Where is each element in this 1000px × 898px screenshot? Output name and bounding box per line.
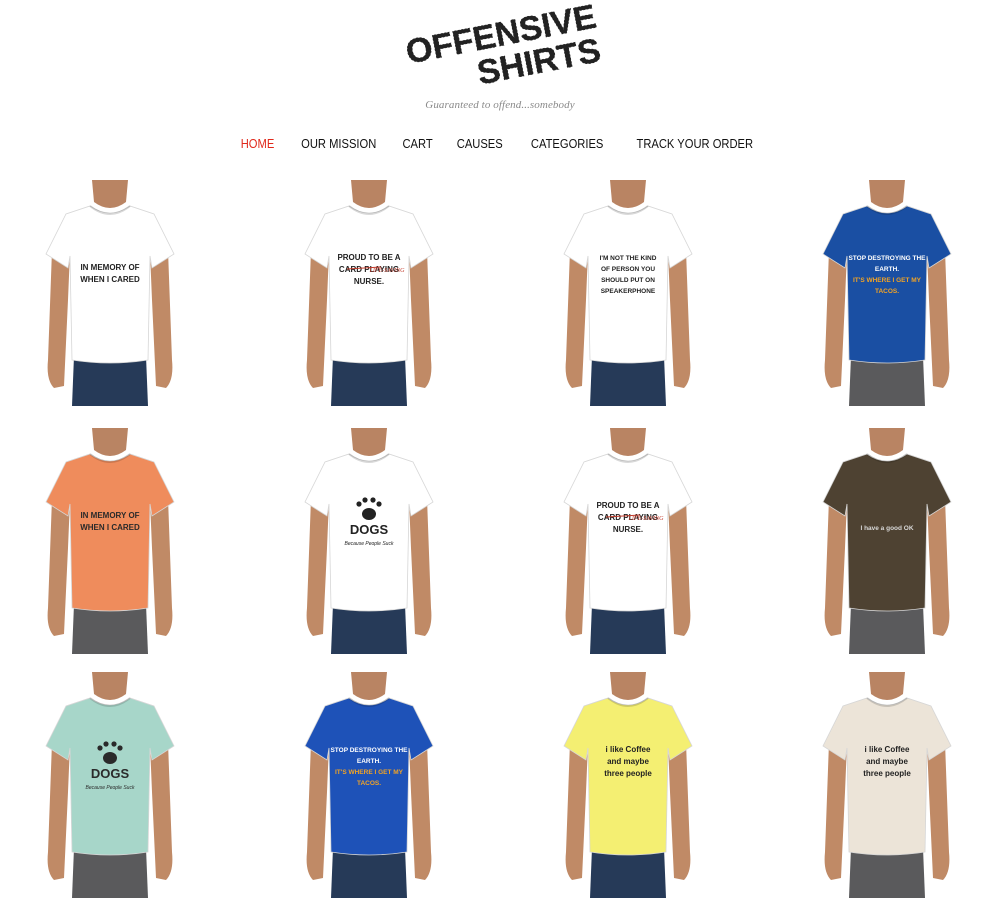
- shirt-print-text: I'M NOT THE KIND: [600, 255, 657, 262]
- nav-causes[interactable]: CAUSES: [457, 136, 503, 151]
- shirt-print-text: SPEAKERPHONE: [601, 288, 656, 295]
- product-image[interactable]: STOP DESTROYING THE EARTH. IT'S WHERE I GE…: [807, 180, 967, 406]
- product-card[interactable]: I have a good OK: [807, 428, 967, 654]
- shirt-print-text: OF PERSON YOU: [601, 266, 655, 273]
- shirt-print-text: TACOS.: [875, 288, 899, 295]
- shirt-print-text: WHEN I CARED: [80, 523, 140, 532]
- product-image[interactable]: IN MEMORY OF WHEN I CARED: [30, 180, 190, 406]
- product-image[interactable]: PROUD TO BE ACARD PLAYINGNURSE.LIFE-SAVI…: [548, 428, 708, 654]
- shirt-scribble-text: LIFE-SAVING: [368, 268, 405, 274]
- shirt-print-text: EARTH.: [357, 758, 381, 765]
- main-nav: HOME OUR MISSION CART CAUSES CATEGORIES TRACK…: [0, 136, 1000, 151]
- product-card[interactable]: STOP DESTROYING THE EARTH. IT'S WHERE I GE…: [807, 180, 967, 406]
- site-header: OFFENSIVE SHIRTS Guaranteed to offend...…: [0, 0, 1000, 180]
- product-card[interactable]: i like Coffee and maybe three people: [807, 672, 967, 898]
- shirt-print-text: IN MEMORY OF: [80, 263, 139, 272]
- product-card[interactable]: DOGS Because People Suck: [30, 672, 190, 898]
- shirt-print-text: three people: [604, 769, 652, 778]
- shirt-print-text: STOP DESTROYING THE: [848, 255, 926, 262]
- product-image[interactable]: I have a good OK: [807, 428, 967, 654]
- nav-cart[interactable]: CART: [402, 136, 432, 151]
- shirt-print-text: and maybe: [866, 757, 908, 766]
- shirt-print-text: Because People Suck: [86, 785, 135, 791]
- product-card[interactable]: PROUD TO BE A CARD PLAYING NURSE. LIFE-SAVI…: [289, 180, 449, 406]
- shirt-print-text: DOGS: [350, 522, 389, 537]
- nav-categories[interactable]: CATEGORIES: [530, 136, 602, 151]
- product-image[interactable]: PROUD TO BE ACARD PLAYINGNURSE.LIFE-SAVI…: [289, 180, 449, 406]
- product-image[interactable]: i like Coffee and maybe three people: [807, 672, 967, 898]
- shirt-print-text: Because People Suck: [345, 541, 394, 547]
- product-card[interactable]: STOP DESTROYING THE EARTH. IT'S WHERE I GE…: [289, 672, 449, 898]
- shirt-print-text: DOGS: [91, 766, 130, 781]
- shirt-print-text: IN MEMORY OF: [80, 511, 139, 520]
- site-logo[interactable]: OFFENSIVE SHIRTS: [0, 0, 1000, 100]
- shirt-print-text: NURSE.: [613, 525, 643, 534]
- product-card[interactable]: i like Coffee and maybe three people: [548, 672, 708, 898]
- nav-home[interactable]: HOME: [240, 136, 274, 151]
- product-image[interactable]: DOGS Because People Suck: [289, 428, 449, 654]
- shirt-print-text: WHEN I CARED: [80, 275, 140, 284]
- product-card[interactable]: PROUD TO BE A CARD PLAYING NURSE. LIFE-SAVI…: [548, 428, 708, 654]
- product-card[interactable]: I'M NOT THE KIND OF PERSON YOU SHOULD PUT …: [548, 180, 708, 406]
- shirt-print-text: STOP DESTROYING THE: [330, 747, 408, 754]
- shirt-print-text: TACOS.: [357, 780, 381, 787]
- nav-our-mission[interactable]: OUR MISSION: [301, 136, 376, 151]
- product-image[interactable]: I'M NOT THE KIND OF PERSON YOU SHOULD PUT …: [548, 180, 708, 406]
- shirt-print-text: I have a good OK: [860, 525, 913, 532]
- shirt-print-text: PROUD TO BE A: [596, 501, 659, 510]
- product-image[interactable]: DOGS Because People Suck: [30, 672, 190, 898]
- product-image[interactable]: i like Coffee and maybe three people: [548, 672, 708, 898]
- shirt-print-text: IT'S WHERE I GET MY: [335, 769, 404, 776]
- shirt-print-text: SHOULD PUT ON: [601, 277, 655, 284]
- shirt-scribble-text: LIFE-SAVING: [627, 516, 664, 522]
- site-tagline: Guaranteed to offend...somebody: [425, 99, 575, 111]
- shirt-print-text: IT'S WHERE I GET MY: [853, 277, 922, 284]
- shirt-print-text: NURSE.: [354, 277, 384, 286]
- product-card[interactable]: IN MEMORY OF WHEN I CARED: [30, 180, 190, 406]
- product-image[interactable]: STOP DESTROYING THE EARTH. IT'S WHERE I GE…: [289, 672, 449, 898]
- product-card[interactable]: IN MEMORY OF WHEN I CARED: [30, 428, 190, 654]
- product-card[interactable]: DOGS Because People Suck: [289, 428, 449, 654]
- shirt-print-text: and maybe: [607, 757, 649, 766]
- shirt-print-text: three people: [863, 769, 911, 778]
- product-image[interactable]: IN MEMORY OF WHEN I CARED: [30, 428, 190, 654]
- shirt-print-text: EARTH.: [875, 266, 899, 273]
- shirt-print-text: i like Coffee: [606, 745, 651, 754]
- nav-track-your-order[interactable]: TRACK YOUR ORDER: [636, 136, 753, 151]
- shirt-print-text: PROUD TO BE A: [337, 253, 400, 262]
- shirt-print-text: i like Coffee: [865, 745, 910, 754]
